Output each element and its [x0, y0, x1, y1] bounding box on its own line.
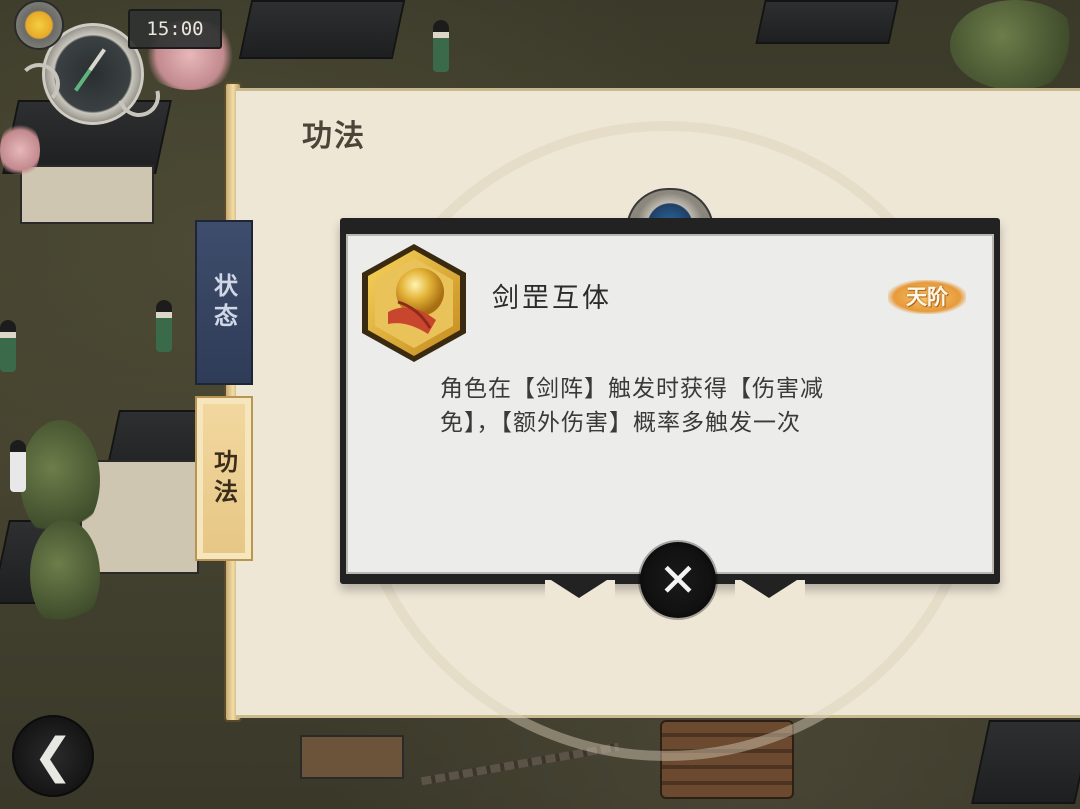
card-notch: [735, 580, 805, 602]
skill-name: 剑罡互体: [492, 283, 612, 314]
panel-title: 功法: [302, 119, 366, 154]
tab-status-label: 状态: [209, 272, 239, 333]
tab-skills[interactable]: 功法: [195, 396, 253, 561]
cloud-ornament: [18, 63, 60, 105]
villager: [156, 300, 172, 352]
game-scene: 15:00 功法 状态 功法 剑罡互体 天阶 角色在【剑阵】触发时获得【伤害减 …: [0, 0, 1080, 809]
building-roof: [755, 0, 899, 44]
tree: [30, 520, 100, 630]
cart: [300, 735, 404, 779]
card-notch: [545, 580, 615, 602]
tree: [950, 0, 1080, 90]
back-arrow-icon: ❮: [32, 728, 74, 784]
villager: [433, 20, 449, 72]
building-wall: [20, 165, 154, 224]
skill-description-line: 角色在【剑阵】触发时获得【伤害减: [440, 376, 824, 402]
tab-skills-label: 功法: [209, 448, 239, 509]
sun-icon[interactable]: [14, 0, 64, 50]
tier-badge: 天阶: [888, 280, 966, 314]
skill-description-line: 免】，【额外伤害】概率多触发一次: [440, 410, 801, 436]
back-button[interactable]: ❮: [12, 715, 94, 797]
villager: [10, 440, 26, 492]
close-button[interactable]: ✕: [640, 542, 716, 618]
villager: [0, 320, 16, 372]
building-roof: [238, 0, 406, 59]
golden-orb-hexagon-icon[interactable]: [358, 242, 470, 364]
tab-status[interactable]: 状态: [195, 220, 253, 385]
building-roof: [971, 720, 1080, 804]
skill-description: 角色在【剑阵】触发时获得【伤害减 免】，【额外伤害】概率多触发一次: [440, 372, 910, 440]
close-icon: ✕: [658, 553, 698, 607]
game-clock: 15:00: [128, 9, 222, 49]
